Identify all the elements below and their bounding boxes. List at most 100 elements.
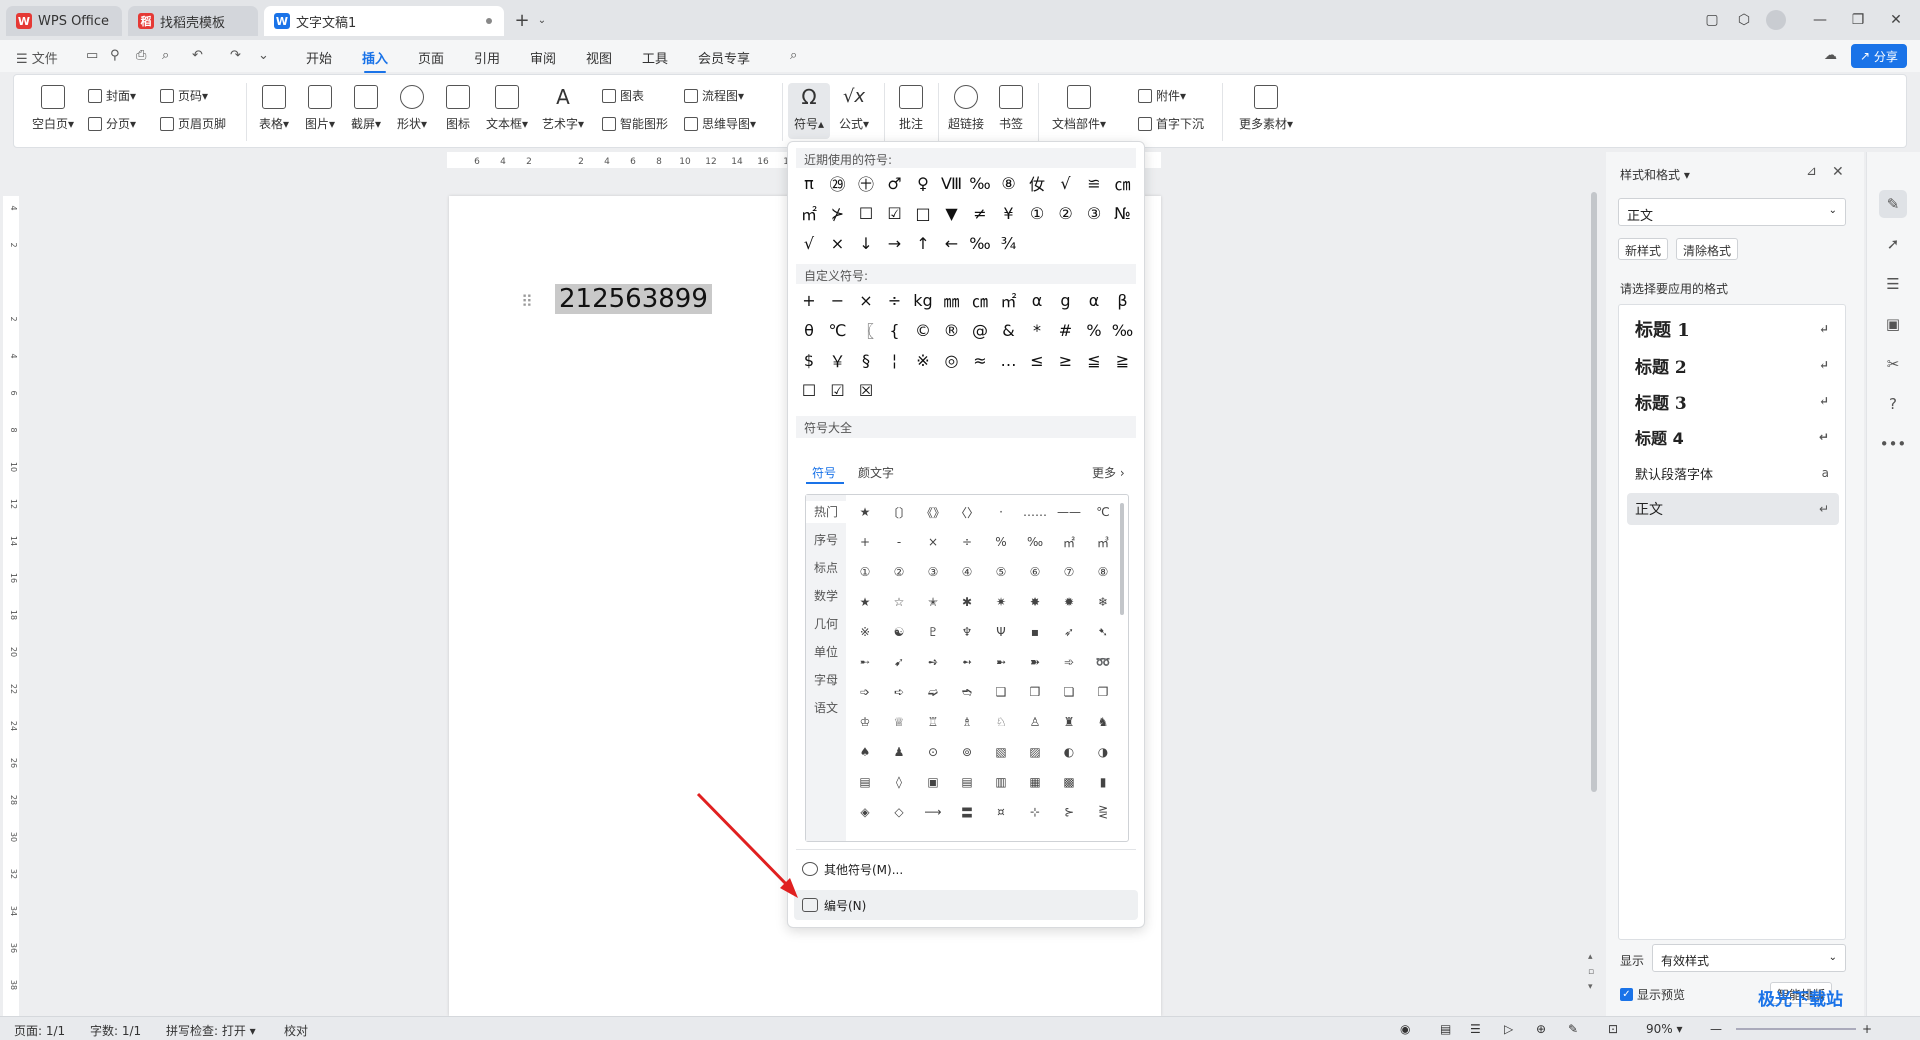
library-symbol[interactable]: ⟶ xyxy=(918,799,948,825)
redo-icon[interactable]: ↷ xyxy=(230,48,241,63)
recent-symbol[interactable]: → xyxy=(882,230,908,256)
sliders-icon[interactable]: ☰ xyxy=(1879,270,1907,298)
category-item[interactable]: 标点 xyxy=(806,557,846,579)
library-symbol[interactable]: ¤ xyxy=(986,799,1016,825)
hyperlink-button[interactable]: 超链接 xyxy=(946,85,986,132)
recent-symbol[interactable]: ≠ xyxy=(967,200,993,226)
library-symbol[interactable]: ÷ xyxy=(952,529,982,555)
recent-symbol[interactable]: ㊉ xyxy=(853,170,879,196)
library-symbol[interactable]: ◊ xyxy=(884,769,914,795)
picture-button[interactable]: 图片▾ xyxy=(300,85,340,132)
show-select[interactable]: 有效样式 ⌄ xyxy=(1652,944,1846,972)
customize-chevron-icon[interactable]: ⌄ xyxy=(258,48,269,63)
more-material-button[interactable]: 更多素材▾ xyxy=(1234,85,1298,132)
style-heading-2[interactable]: 标题 2 ↵ xyxy=(1627,349,1839,381)
recent-symbol[interactable]: ≌ xyxy=(1081,170,1107,196)
menu-review[interactable]: 审阅 xyxy=(530,48,556,67)
recent-symbol[interactable]: √ xyxy=(1053,170,1079,196)
custom-symbol[interactable]: ¦ xyxy=(882,347,908,373)
custom-symbol[interactable]: ‰ xyxy=(1110,317,1136,343)
fit-icon[interactable]: ⊡ xyxy=(1608,1022,1618,1036)
library-symbol[interactable]: ‰ xyxy=(1020,529,1050,555)
numbering-item[interactable]: 编号(N) xyxy=(794,890,1138,920)
new-tab-button[interactable]: + xyxy=(512,10,532,31)
library-symbol[interactable]: ♗ xyxy=(952,709,982,735)
vertical-ruler[interactable]: 4 2 2 4 6 8 10 12 14 16 18 20 22 24 26 28 30 32 34 36 38 xyxy=(3,196,19,1016)
library-symbol[interactable]: ➾ xyxy=(1054,649,1084,675)
library-symbol[interactable]: ③ xyxy=(918,559,948,585)
print-preview-icon[interactable]: ⌕ xyxy=(162,48,169,63)
recent-symbol[interactable]: ‰ xyxy=(967,230,993,256)
library-symbol[interactable]: 《》 xyxy=(918,499,948,525)
style-body[interactable]: 正文 ↵ xyxy=(1627,493,1839,525)
library-symbol[interactable]: ◈ xyxy=(850,799,880,825)
library-symbol[interactable]: ▧ xyxy=(986,739,1016,765)
library-symbol[interactable]: ▣ xyxy=(918,769,948,795)
library-symbol[interactable]: ♟ xyxy=(884,739,914,765)
panel-title[interactable]: 样式和格式 ▾ xyxy=(1620,166,1690,183)
recent-symbol[interactable]: ↑ xyxy=(910,230,936,256)
library-symbol[interactable]: ⑥ xyxy=(1020,559,1050,585)
recent-symbol[interactable]: ① xyxy=(1024,200,1050,226)
share-button[interactable]: ↗ 分享 xyxy=(1851,44,1907,68)
library-symbol[interactable]: ♔ xyxy=(850,709,880,735)
recent-symbol[interactable]: √ xyxy=(796,230,822,256)
custom-symbol[interactable]: × xyxy=(853,287,879,313)
library-symbol[interactable]: ⑤ xyxy=(986,559,1016,585)
undo-icon[interactable]: ↶ xyxy=(192,48,203,63)
library-symbol[interactable]: % xyxy=(986,529,1016,555)
library-symbol[interactable]: ◐ xyxy=(1054,739,1084,765)
search-icon[interactable]: ⌕ xyxy=(790,48,797,63)
custom-symbol[interactable]: $ xyxy=(796,347,822,373)
library-symbol[interactable]: ✹ xyxy=(1054,589,1084,615)
library-symbol[interactable]: ▪ xyxy=(1020,619,1050,645)
menu-references[interactable]: 引用 xyxy=(474,48,500,67)
drop-cap-button[interactable]: 首字下沉 xyxy=(1138,115,1204,132)
custom-symbol[interactable]: + xyxy=(796,287,822,313)
icon-button[interactable]: 图标 xyxy=(440,85,476,132)
close-icon[interactable]: ✕ xyxy=(1832,164,1844,180)
edit-doc-icon[interactable]: ▣ xyxy=(1879,310,1907,338)
category-item[interactable]: 单位 xyxy=(806,641,846,663)
library-symbol[interactable]: ▩ xyxy=(1054,769,1084,795)
library-symbol[interactable]: × xyxy=(918,529,948,555)
symbol-button[interactable]: Ω 符号▴ xyxy=(790,85,828,132)
new-style-button[interactable]: 新样式 xyxy=(1618,238,1669,260)
menu-tools[interactable]: 工具 xyxy=(642,48,668,67)
library-symbol[interactable]: ➩ xyxy=(850,679,880,705)
custom-symbol[interactable]: ㎡ xyxy=(996,287,1022,313)
library-symbol[interactable]: Ψ xyxy=(986,619,1016,645)
library-symbol[interactable]: ▤ xyxy=(850,769,880,795)
tab-kaomoji[interactable]: 颜文字 xyxy=(858,464,894,481)
library-symbol[interactable]: ➫ xyxy=(918,679,948,705)
library-symbol[interactable]: ❑ xyxy=(986,679,1016,705)
grid-scrollbar[interactable] xyxy=(1120,503,1124,615)
selected-text[interactable]: 212563899 xyxy=(555,284,712,314)
current-style-select[interactable]: 正文 ⌄ xyxy=(1618,198,1846,226)
custom-symbol[interactable]: ☑ xyxy=(825,377,851,403)
library-symbol[interactable]: 〔〕 xyxy=(884,499,914,525)
clear-format-button[interactable]: 清除格式 xyxy=(1676,238,1739,260)
window-layout-icon[interactable]: ▢ xyxy=(1702,10,1722,30)
custom-symbol[interactable]: ≤ xyxy=(1024,347,1050,373)
library-symbol[interactable]: ② xyxy=(884,559,914,585)
library-symbol[interactable]: 〈〉 xyxy=(952,499,982,525)
library-symbol[interactable]: ➬ xyxy=(952,679,982,705)
library-symbol[interactable]: ⊱ xyxy=(1054,799,1084,825)
style-default-font[interactable]: 默认段落字体 a xyxy=(1627,457,1839,489)
custom-symbol[interactable]: § xyxy=(853,347,879,373)
pin-icon[interactable]: ⊿ xyxy=(1806,164,1817,179)
library-symbol[interactable]: · xyxy=(986,499,1016,525)
library-symbol[interactable]: ④ xyxy=(952,559,982,585)
blank-page-button[interactable]: 空白页▾ xyxy=(28,85,78,132)
custom-symbol[interactable]: ☒ xyxy=(853,377,879,403)
menu-insert[interactable]: 插入 xyxy=(362,48,388,73)
custom-symbol[interactable]: ㎝ xyxy=(967,287,993,313)
attachment-button[interactable]: 附件 ▾ xyxy=(1138,87,1186,104)
recent-symbol[interactable]: ⊁ xyxy=(825,200,851,226)
cube-icon[interactable]: ⬡ xyxy=(1734,10,1754,30)
tab-symbols[interactable]: 符号 xyxy=(812,464,836,481)
custom-symbol[interactable]: 〖 xyxy=(853,317,879,343)
recent-symbol[interactable]: ☑ xyxy=(882,200,908,226)
recent-symbol[interactable]: ♀ xyxy=(910,170,936,196)
